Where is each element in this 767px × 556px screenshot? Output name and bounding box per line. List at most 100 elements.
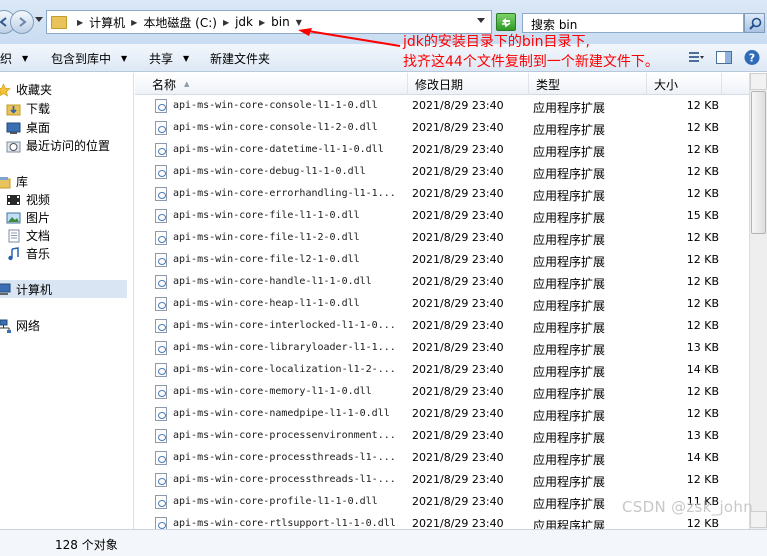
pictures-icon	[6, 212, 21, 223]
file-row[interactable]: api-ms-win-core-memory-l1-1-0.dll 2021/8/…	[135, 381, 749, 403]
nav-videos[interactable]: 视频	[6, 191, 50, 208]
file-type: 应用程序扩展	[533, 299, 606, 313]
breadcrumb-bin[interactable]: bin ▼	[271, 15, 302, 29]
scroll-thumb[interactable]	[751, 91, 766, 234]
nav-music[interactable]: 音乐	[6, 245, 50, 262]
file-row[interactable]: api-ms-win-core-debug-l1-1-0.dll 2021/8/2…	[135, 161, 749, 183]
annotation-line-2: 找齐这44个文件复制到一个新建文件下。	[403, 54, 659, 70]
file-size: 12 KB	[686, 385, 719, 398]
column-name[interactable]: 名称 ▲	[145, 73, 408, 95]
file-type: 应用程序扩展	[533, 101, 606, 115]
breadcrumb-local-disk[interactable]: 本地磁盘 (C:) ▶	[143, 14, 229, 31]
help-icon[interactable]: ?	[743, 49, 761, 66]
nav-computer[interactable]: 计算机	[0, 280, 127, 298]
network-icon	[0, 319, 11, 333]
nav-network[interactable]: 网络	[0, 317, 40, 334]
nav-pictures[interactable]: 图片	[6, 209, 50, 226]
file-name: api-ms-win-core-profile-l1-1-0.dll	[173, 496, 378, 507]
scroll-up-button[interactable]	[750, 73, 767, 90]
music-icon	[8, 246, 19, 260]
nav-libraries[interactable]: 库	[0, 173, 28, 190]
file-row[interactable]: api-ms-win-core-libraryloader-l1-1... 202…	[135, 337, 749, 359]
file-date: 2021/8/29 23:40	[412, 209, 504, 222]
breadcrumb-separator[interactable]: ▶	[71, 18, 83, 27]
annotation-note: jdk的安装目录下的bin目录下, 找齐这44个文件复制到一个新建文件下。	[403, 32, 659, 72]
file-name: api-ms-win-core-processenvironment...	[173, 430, 396, 441]
file-row[interactable]: api-ms-win-core-localization-l1-2-... 202…	[135, 359, 749, 381]
file-row[interactable]: api-ms-win-core-processenvironment... 202…	[135, 425, 749, 447]
file-type: 应用程序扩展	[533, 387, 606, 401]
file-date: 2021/8/29 23:40	[412, 319, 504, 332]
preview-pane-icon[interactable]	[715, 49, 733, 66]
view-options-icon[interactable]	[687, 49, 705, 66]
vertical-scrollbar[interactable]	[749, 73, 767, 529]
annotation-line-1: jdk的安装目录下的bin目录下,	[403, 34, 590, 50]
file-row[interactable]: api-ms-win-core-console-l1-1-0.dll 2021/8…	[135, 95, 749, 117]
column-size[interactable]: 大小	[647, 73, 722, 95]
file-row[interactable]: api-ms-win-core-errorhandling-l1-1... 202…	[135, 183, 749, 205]
file-row[interactable]: api-ms-win-core-processthreads-l1-... 202…	[135, 469, 749, 491]
address-dropdown-icon[interactable]	[477, 18, 485, 24]
file-name: api-ms-win-core-localization-l1-2-...	[173, 364, 396, 375]
file-date: 2021/8/29 23:40	[412, 99, 504, 112]
file-row[interactable]: api-ms-win-core-interlocked-l1-1-0... 202…	[135, 315, 749, 337]
forward-arrow-icon	[19, 17, 27, 27]
file-date: 2021/8/29 23:40	[412, 187, 504, 200]
new-folder-button[interactable]: 新建文件夹	[210, 50, 270, 67]
file-name: api-ms-win-core-namedpipe-l1-1-0.dll	[173, 408, 390, 419]
svg-text:?: ?	[749, 52, 755, 65]
file-row[interactable]: api-ms-win-core-file-l2-1-0.dll 2021/8/29…	[135, 249, 749, 271]
breadcrumb-jdk[interactable]: jdk ▶	[235, 15, 265, 29]
documents-icon	[8, 229, 20, 242]
dll-file-icon	[155, 451, 167, 465]
file-size: 14 KB	[686, 451, 719, 464]
search-button[interactable]	[744, 13, 765, 33]
folder-icon	[51, 15, 67, 29]
file-name: api-ms-win-core-errorhandling-l1-1...	[173, 188, 396, 199]
file-row[interactable]: api-ms-win-core-handle-l1-1-0.dll 2021/8/…	[135, 271, 749, 293]
file-row[interactable]: api-ms-win-core-namedpipe-l1-1-0.dll 2021…	[135, 403, 749, 425]
file-type: 应用程序扩展	[533, 453, 606, 467]
file-row[interactable]: api-ms-win-core-console-l1-2-0.dll 2021/8…	[135, 117, 749, 139]
file-row[interactable]: api-ms-win-core-datetime-l1-1-0.dll 2021/…	[135, 139, 749, 161]
item-count: 128 个对象	[55, 538, 118, 552]
file-type: 应用程序扩展	[533, 277, 606, 291]
file-name: api-ms-win-core-handle-l1-1-0.dll	[173, 276, 372, 287]
file-name: api-ms-win-core-heap-l1-1-0.dll	[173, 298, 360, 309]
file-row[interactable]: api-ms-win-core-processthreads-l1-... 202…	[135, 447, 749, 469]
file-name: api-ms-win-core-processthreads-l1-...	[173, 452, 396, 463]
column-type[interactable]: 类型	[529, 73, 647, 95]
dll-file-icon	[155, 99, 167, 113]
file-name: api-ms-win-core-console-l1-2-0.dll	[173, 122, 378, 133]
file-date: 2021/8/29 23:40	[412, 473, 504, 486]
history-dropdown-icon[interactable]	[35, 17, 43, 23]
file-date: 2021/8/29 23:40	[412, 451, 504, 464]
nav-documents[interactable]: 文档	[6, 227, 50, 244]
organize-menu[interactable]: 组织▼	[0, 50, 28, 67]
refresh-button[interactable]	[496, 13, 516, 31]
file-date: 2021/8/29 23:40	[412, 429, 504, 442]
file-size: 12 KB	[686, 231, 719, 244]
column-date[interactable]: 修改日期	[408, 73, 529, 95]
share-menu[interactable]: 共享 ▼	[149, 50, 189, 67]
file-row[interactable]: api-ms-win-core-file-l1-2-0.dll 2021/8/29…	[135, 227, 749, 249]
breadcrumb-computer[interactable]: 计算机 ▶	[89, 14, 137, 31]
dll-file-icon	[155, 143, 167, 157]
annotation-arrow-icon	[298, 28, 401, 47]
file-type: 应用程序扩展	[533, 409, 606, 423]
include-in-library-menu[interactable]: 包含到库中 ▼	[51, 50, 127, 67]
search-input[interactable]: 搜索 bin	[522, 13, 744, 33]
file-row[interactable]: api-ms-win-core-heap-l1-1-0.dll 2021/8/29…	[135, 293, 749, 315]
nav-recent-places[interactable]: 最近访问的位置	[6, 137, 110, 154]
file-type: 应用程序扩展	[533, 519, 606, 529]
nav-favorites[interactable]: 收藏夹	[0, 81, 52, 98]
forward-button[interactable]	[10, 10, 34, 34]
file-date: 2021/8/29 23:40	[412, 275, 504, 288]
nav-downloads[interactable]: 下载	[6, 100, 50, 117]
nav-desktop[interactable]: 桌面	[6, 119, 50, 136]
breadcrumb[interactable]: ▶ 计算机 ▶ 本地磁盘 (C:) ▶ jdk ▶ bin ▼	[46, 10, 492, 34]
file-size: 12 KB	[686, 253, 719, 266]
file-row[interactable]: api-ms-win-core-file-l1-1-0.dll 2021/8/29…	[135, 205, 749, 227]
file-type: 应用程序扩展	[533, 189, 606, 203]
file-type: 应用程序扩展	[533, 211, 606, 225]
